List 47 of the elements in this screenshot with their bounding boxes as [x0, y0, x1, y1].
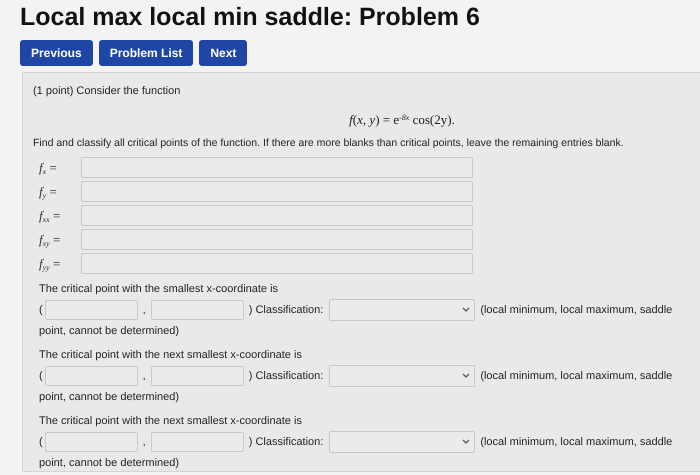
y-coordinate-field[interactable]	[150, 432, 244, 452]
classification-hint: point, cannot be determined)	[39, 391, 180, 404]
chevron-down-icon	[462, 307, 470, 314]
classification-hint: (local minimum, local maximum, saddle	[480, 435, 672, 450]
x-coordinate-field[interactable]	[44, 366, 138, 386]
function-formula: f(x, y) = e$^{-8x}$ cos(2y).	[349, 110, 455, 129]
comma: ,	[142, 369, 146, 384]
classification-hint: point, cannot be determined)	[39, 325, 180, 338]
x-coordinate-field[interactable]	[44, 432, 138, 452]
critical-point-prompt: The critical point with the smallest x-coordinate is	[39, 282, 278, 295]
instructions-text: Find and classify all critical points of the function. If there are more blanks than critical points, leave the remaining entries blank.	[33, 137, 624, 149]
derivative-label: f$_{x}$ =	[39, 158, 58, 177]
x-coordinate-field[interactable]	[44, 300, 138, 320]
chevron-down-icon	[462, 439, 470, 446]
classification-select[interactable]	[329, 365, 476, 388]
classification-label: ) Classification:	[248, 435, 324, 450]
derivative-label: f$_{yy}$ =	[39, 254, 62, 273]
derivative-label: f$_{xy}$ =	[39, 230, 62, 249]
comma: ,	[142, 435, 146, 450]
critical-point-prompt: The critical point with the next smallest x-coordinate is	[39, 348, 302, 361]
classification-hint: point, cannot be determined)	[39, 457, 180, 470]
derivative-label: f$_{xx}$ =	[39, 206, 62, 225]
comma: ,	[142, 303, 146, 318]
open-paren: (	[39, 435, 43, 450]
critical-point-prompt: The critical point with the next smallest x-coordinate is	[39, 414, 302, 427]
answer-field[interactable]	[81, 252, 473, 274]
answer-field[interactable]	[81, 156, 473, 178]
open-paren: (	[39, 369, 43, 384]
answer-field[interactable]	[81, 204, 473, 226]
nav-button[interactable]: Previous	[20, 40, 93, 66]
y-coordinate-field[interactable]	[150, 300, 244, 320]
y-coordinate-field[interactable]	[150, 366, 244, 386]
derivative-label: f$_{y}$ =	[39, 182, 58, 201]
problem-intro: (1 point) Consider the function	[33, 85, 180, 97]
classification-label: ) Classification:	[248, 303, 324, 318]
classification-select[interactable]	[329, 431, 476, 454]
classification-label: ) Classification:	[248, 369, 324, 384]
answer-field[interactable]	[81, 180, 473, 202]
nav-button[interactable]: Next	[199, 40, 248, 66]
page-title: Local max local min saddle: Problem 6	[20, 2, 480, 32]
answer-field[interactable]	[81, 228, 473, 250]
nav-button[interactable]: Problem List	[98, 40, 194, 66]
open-paren: (	[39, 303, 43, 318]
chevron-down-icon	[462, 373, 470, 380]
classification-hint: (local minimum, local maximum, saddle	[480, 303, 672, 318]
classification-select[interactable]	[329, 299, 476, 322]
classification-hint: (local minimum, local maximum, saddle	[480, 369, 672, 384]
